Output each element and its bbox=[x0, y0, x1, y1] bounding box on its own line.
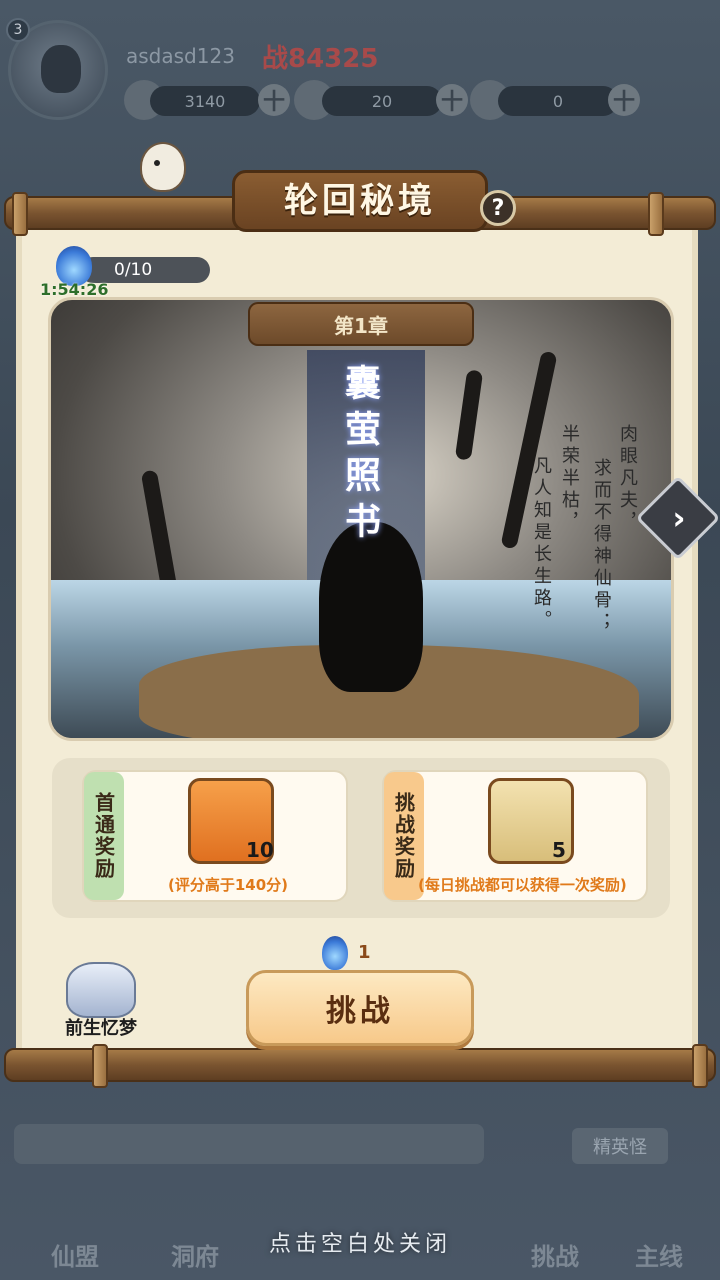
challenge-cost: 1 bbox=[358, 942, 371, 963]
challenge-item-count: 5 bbox=[552, 838, 566, 862]
player-level-badge: 3 bbox=[6, 18, 30, 42]
challenge-button[interactable]: 挑战 bbox=[246, 970, 474, 1046]
first-clear-note: (评分高于140分) bbox=[168, 876, 289, 894]
ingot-amount: 20 bbox=[322, 86, 442, 116]
stalactite bbox=[140, 469, 178, 591]
challenge-reward-note: (每日挑战都可以获得一次奖励) bbox=[418, 876, 627, 894]
coin-add-button: 十 bbox=[258, 84, 290, 116]
top-hud: 3 asdasd123 战84325 3140 十 20 十 0 十 bbox=[0, 0, 720, 130]
poem-line: 肉眼凡夫， bbox=[617, 424, 638, 534]
panel-title: 轮回秘境 bbox=[284, 181, 436, 221]
elite-monster-button: 精英怪 bbox=[572, 1128, 668, 1164]
combat-power: 战84325 bbox=[262, 44, 379, 74]
energy-text: 0/10 bbox=[114, 260, 153, 280]
gourd-amount: 0 bbox=[498, 86, 618, 116]
chapter-name: 囊萤照书 bbox=[339, 364, 381, 548]
rod-end-right-bottom bbox=[692, 1044, 708, 1088]
rod-end-left-bottom bbox=[92, 1044, 108, 1088]
chevron-right-icon: › bbox=[672, 499, 686, 537]
help-button[interactable]: ? bbox=[480, 190, 516, 226]
rod-end-left bbox=[12, 192, 28, 236]
ingot-add-button: 十 bbox=[436, 84, 468, 116]
coin-amount: 3140 bbox=[150, 86, 260, 116]
poem-line: 求而不得神仙骨； bbox=[591, 458, 612, 634]
stalactite bbox=[454, 369, 484, 461]
gourd-add-button: 十 bbox=[608, 84, 640, 116]
player-username: asdasd123 bbox=[126, 44, 235, 68]
chat-bar bbox=[14, 1124, 484, 1164]
chapter-tab: 第1章 bbox=[248, 302, 474, 346]
blue-flame-cost-icon bbox=[322, 936, 348, 970]
poem-line: 半荣半枯， bbox=[559, 424, 580, 534]
first-clear-label: 首通奖励 bbox=[84, 772, 124, 900]
first-clear-item-count: 10 bbox=[246, 838, 274, 862]
close-hint: 点击空白处关闭 bbox=[268, 1232, 451, 1257]
bird-mascot-icon bbox=[140, 142, 186, 192]
rod-end-right bbox=[648, 192, 664, 236]
past-life-memory-icon[interactable] bbox=[66, 962, 136, 1018]
past-life-memory-label[interactable]: 前生忆梦 bbox=[56, 1014, 146, 1040]
scroll-rod-bottom bbox=[4, 1044, 716, 1088]
poem-line: 凡人知是长生路。 bbox=[531, 456, 552, 632]
